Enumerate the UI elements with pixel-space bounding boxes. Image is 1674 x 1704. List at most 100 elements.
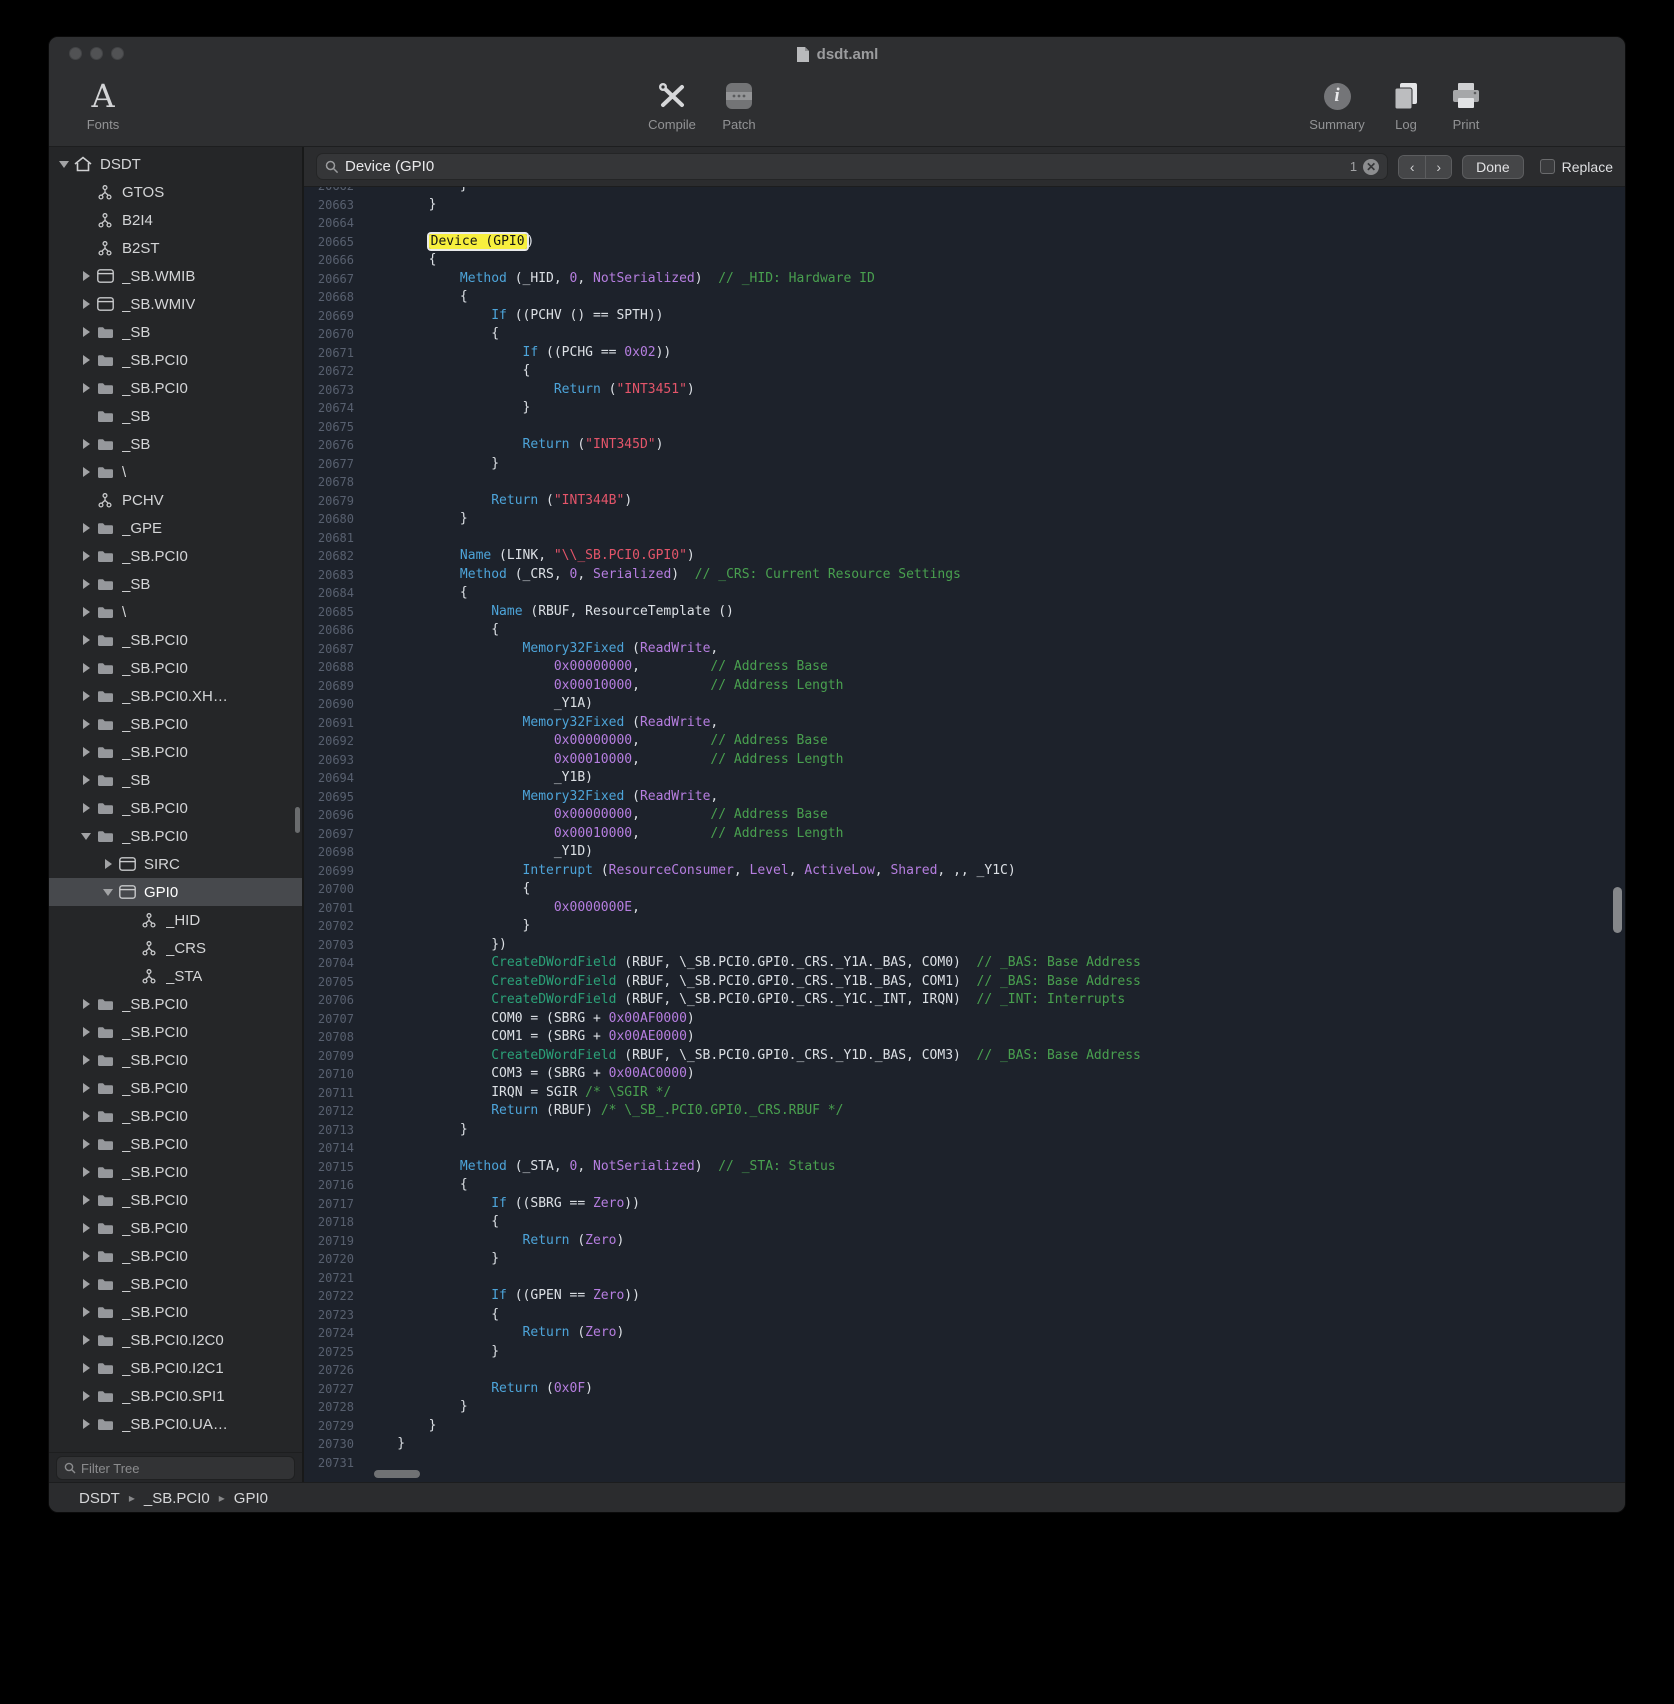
code-line[interactable]: 20728 } <box>304 1398 1625 1417</box>
tree-item[interactable]: _STA <box>49 962 302 990</box>
code-line[interactable]: 20730 } <box>304 1435 1625 1454</box>
fonts-button[interactable]: A Fonts <box>71 75 135 132</box>
tree-item[interactable]: _SB <box>49 570 302 598</box>
tree-item[interactable]: _SB <box>49 766 302 794</box>
breadcrumb-item[interactable]: DSDT <box>79 1490 120 1507</box>
tree-item[interactable]: _GPE <box>49 514 302 542</box>
code-line[interactable]: 20725 } <box>304 1343 1625 1362</box>
code-line[interactable]: 20668 { <box>304 288 1625 307</box>
code-line[interactable]: 20695 Memory32Fixed (ReadWrite, <box>304 788 1625 807</box>
code-line[interactable]: 20688 0x00000000, // Address Base <box>304 658 1625 677</box>
code-line[interactable]: 20667 Method (_HID, 0, NotSerialized) //… <box>304 270 1625 289</box>
code-line[interactable]: 20707 COM0 = (SBRG + 0x00AF0000) <box>304 1010 1625 1029</box>
breadcrumb-item[interactable]: _SB.PCI0 <box>144 1490 210 1507</box>
code-line[interactable]: 20674 } <box>304 399 1625 418</box>
code-line[interactable]: 20691 Memory32Fixed (ReadWrite, <box>304 714 1625 733</box>
done-button[interactable]: Done <box>1462 155 1523 179</box>
code-line[interactable]: 20698 _Y1D) <box>304 843 1625 862</box>
code-line[interactable]: 20722 If ((GPEN == Zero)) <box>304 1287 1625 1306</box>
tree-item[interactable]: _SB.PCI0.I2C1 <box>49 1354 302 1382</box>
tree-item[interactable]: SIRC <box>49 850 302 878</box>
tree-item[interactable]: _SB.PCI0.XH… <box>49 682 302 710</box>
tree-item[interactable]: _SB.PCI0 <box>49 1298 302 1326</box>
tree-item[interactable]: _SB.PCI0 <box>49 346 302 374</box>
sidebar-scrollbar-thumb[interactable] <box>295 807 300 833</box>
tree-item[interactable]: _SB.PCI0 <box>49 1270 302 1298</box>
tree-item-selected[interactable]: GPI0 <box>49 878 302 906</box>
vertical-scrollbar-thumb[interactable] <box>1613 887 1622 933</box>
tree-item[interactable]: _SB.PCI0 <box>49 990 302 1018</box>
tree-item[interactable]: DSDT <box>49 150 302 178</box>
code-line[interactable]: 20662 } <box>304 187 1625 196</box>
tree-item[interactable]: _SB <box>49 430 302 458</box>
tree-item[interactable]: GTOS <box>49 178 302 206</box>
code-line[interactable]: 20687 Memory32Fixed (ReadWrite, <box>304 640 1625 659</box>
code-line[interactable]: 20663 } <box>304 196 1625 215</box>
code-line[interactable]: 20681 <box>304 529 1625 548</box>
code-line[interactable]: 20714 <box>304 1139 1625 1158</box>
code-line[interactable]: 20666 { <box>304 251 1625 270</box>
tree-item[interactable]: \ <box>49 458 302 486</box>
code-line[interactable]: 20675 <box>304 418 1625 437</box>
tree-item[interactable]: _SB.PCI0 <box>49 1242 302 1270</box>
tree-item[interactable]: _SB.PCI0 <box>49 1074 302 1102</box>
tree-item[interactable]: _SB.PCI0 <box>49 1130 302 1158</box>
code-line[interactable]: 20701 0x0000000E, <box>304 899 1625 918</box>
tree-item[interactable]: _SB.PCI0 <box>49 1186 302 1214</box>
tree-item[interactable]: _SB.PCI0 <box>49 1214 302 1242</box>
code-line[interactable]: 20713 } <box>304 1121 1625 1140</box>
code-line[interactable]: 20706 CreateDWordField (RBUF, \_SB.PCI0.… <box>304 991 1625 1010</box>
breadcrumb-item[interactable]: GPI0 <box>234 1490 268 1507</box>
code-line[interactable]: 20729 } <box>304 1417 1625 1436</box>
code-line[interactable]: 20686 { <box>304 621 1625 640</box>
tree-item[interactable]: _SB.WMIV <box>49 290 302 318</box>
print-button[interactable]: Print <box>1441 75 1491 132</box>
code-line[interactable]: 20724 Return (Zero) <box>304 1324 1625 1343</box>
code-line[interactable]: 20718 { <box>304 1213 1625 1232</box>
code-line[interactable]: 20726 <box>304 1361 1625 1380</box>
code-line[interactable]: 20690 _Y1A) <box>304 695 1625 714</box>
code-line[interactable]: 20727 Return (0x0F) <box>304 1380 1625 1399</box>
code-line[interactable]: 20705 CreateDWordField (RBUF, \_SB.PCI0.… <box>304 973 1625 992</box>
tree-item[interactable]: _SB.PCI0 <box>49 626 302 654</box>
code-line[interactable]: 20669 If ((PCHV () == SPTH)) <box>304 307 1625 326</box>
code-line[interactable]: 20708 COM1 = (SBRG + 0x00AE0000) <box>304 1028 1625 1047</box>
tree-item[interactable]: _SB.PCI0 <box>49 794 302 822</box>
code-line[interactable]: 20709 CreateDWordField (RBUF, \_SB.PCI0.… <box>304 1047 1625 1066</box>
find-next-button[interactable]: › <box>1425 156 1451 178</box>
code-line[interactable]: 20721 <box>304 1269 1625 1288</box>
tree-item[interactable]: PCHV <box>49 486 302 514</box>
code-line[interactable]: 20684 { <box>304 584 1625 603</box>
tree-item[interactable]: \ <box>49 598 302 626</box>
code-line[interactable]: 20723 { <box>304 1306 1625 1325</box>
tree-item[interactable]: _SB.PCI0 <box>49 1158 302 1186</box>
tree-item[interactable]: _SB.PCI0 <box>49 1046 302 1074</box>
tree-item[interactable]: _SB <box>49 402 302 430</box>
code-line[interactable]: 20704 CreateDWordField (RBUF, \_SB.PCI0.… <box>304 954 1625 973</box>
log-button[interactable]: Log <box>1383 75 1429 132</box>
code-line[interactable]: 20682 Name (LINK, "\\_SB.PCI0.GPI0") <box>304 547 1625 566</box>
tree-item[interactable]: _SB.PCI0.I2C0 <box>49 1326 302 1354</box>
code-line[interactable]: 20683 Method (_CRS, 0, Serialized) // _C… <box>304 566 1625 585</box>
code-line[interactable]: 20696 0x00000000, // Address Base <box>304 806 1625 825</box>
code-editor[interactable]: 20662 }20663 }2066420665 Device (GPI0)20… <box>304 187 1625 1482</box>
tree-item[interactable]: B2ST <box>49 234 302 262</box>
code-line[interactable]: 20673 Return ("INT3451") <box>304 381 1625 400</box>
code-line[interactable]: 20672 { <box>304 362 1625 381</box>
code-line[interactable]: 20731 <box>304 1454 1625 1473</box>
code-line[interactable]: 20689 0x00010000, // Address Length <box>304 677 1625 696</box>
code-line[interactable]: 20711 IRQN = SGIR /* \SGIR */ <box>304 1084 1625 1103</box>
code-line[interactable]: 20677 } <box>304 455 1625 474</box>
code-line[interactable]: 20693 0x00010000, // Address Length <box>304 751 1625 770</box>
code-line[interactable]: 20700 { <box>304 880 1625 899</box>
tree-item[interactable]: _SB.PCI0 <box>49 738 302 766</box>
tree-item[interactable]: B2I4 <box>49 206 302 234</box>
tree-item[interactable]: _SB.WMIB <box>49 262 302 290</box>
code-line[interactable]: 20671 If ((PCHG == 0x02)) <box>304 344 1625 363</box>
code-line[interactable]: 20680 } <box>304 510 1625 529</box>
search-input[interactable] <box>345 158 1344 175</box>
horizontal-scrollbar-thumb[interactable] <box>374 1470 420 1478</box>
code-line[interactable]: 20715 Method (_STA, 0, NotSerialized) //… <box>304 1158 1625 1177</box>
tree-item[interactable]: _SB.PCI0.SPI1 <box>49 1382 302 1410</box>
code-line[interactable]: 20678 <box>304 473 1625 492</box>
